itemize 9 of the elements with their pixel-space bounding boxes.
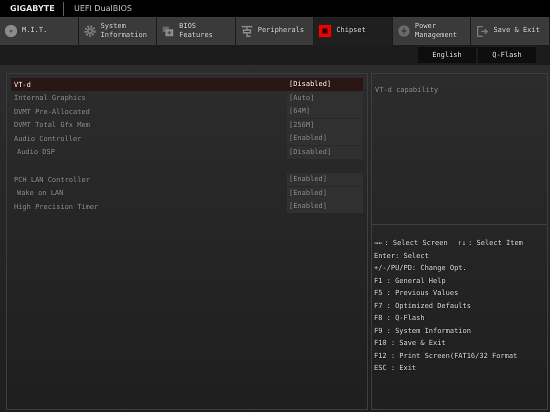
door-icon [475, 24, 490, 38]
plug-icon [240, 24, 254, 38]
app-title: UEFI DualBIOS [74, 4, 132, 13]
disc-icon [4, 24, 18, 38]
power-icon [396, 24, 411, 38]
gear-icon [82, 24, 97, 38]
brand-logo: GIGABYTE [9, 4, 56, 13]
chip-icon [318, 24, 332, 38]
box-icon [161, 24, 176, 38]
